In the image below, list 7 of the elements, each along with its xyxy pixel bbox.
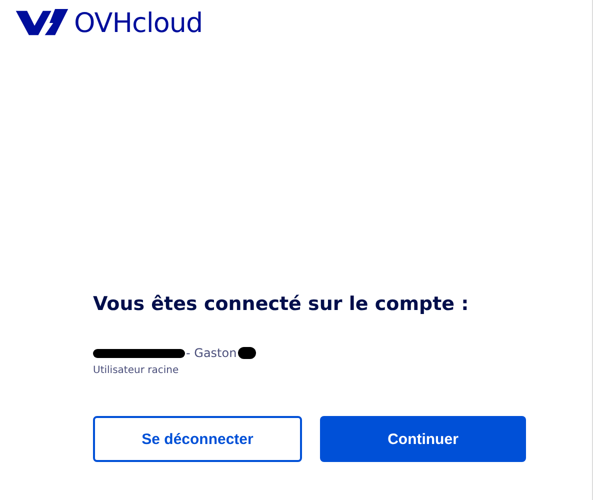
account-name: - Gaston [186,346,237,360]
account-role: Utilisateur racine [93,365,180,376]
continue-button[interactable]: Continuer [320,416,526,462]
redaction-mark [238,347,256,359]
heading: Vous êtes connecté sur le compte : [93,293,470,315]
logo-text: OVHcloud [74,8,203,38]
logout-button[interactable]: Se déconnecter [93,416,302,462]
